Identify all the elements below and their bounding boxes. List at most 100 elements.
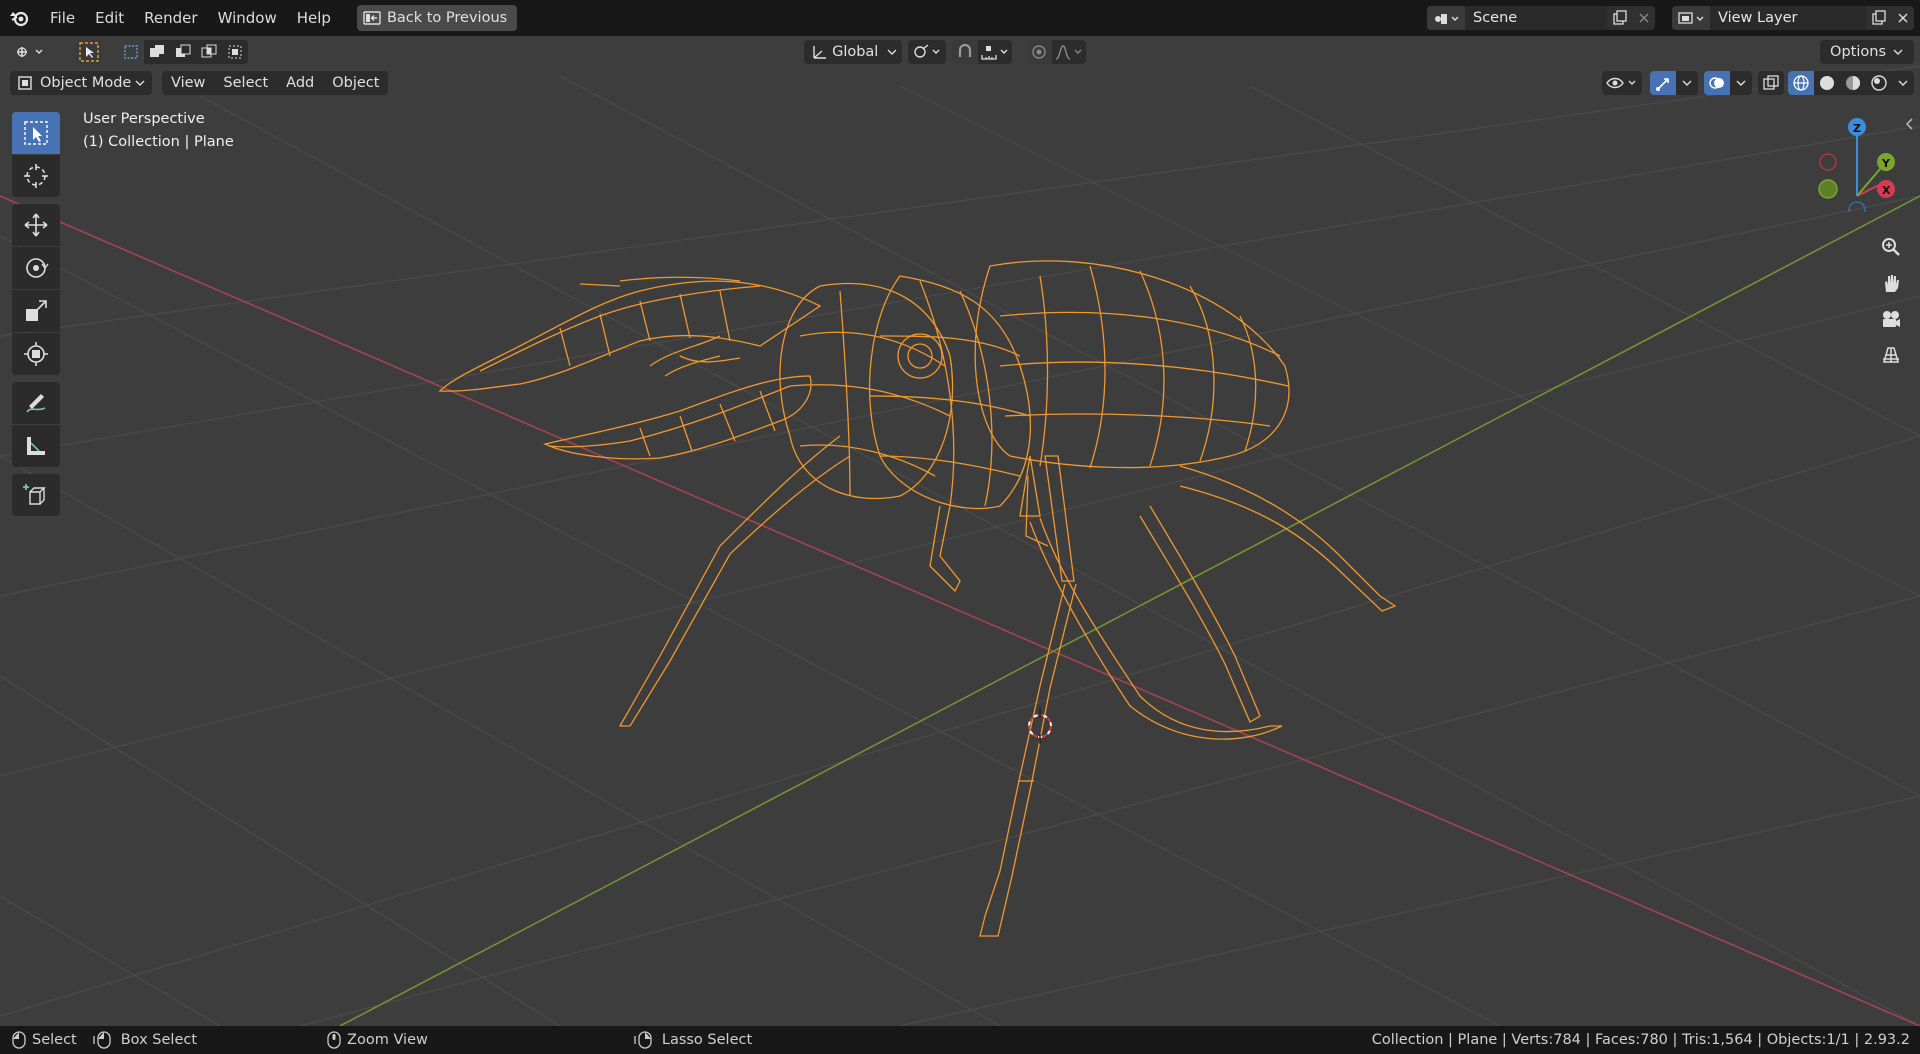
gizmo-toggle-icon[interactable]	[1650, 71, 1676, 95]
scale-tool[interactable]	[12, 290, 60, 332]
wireframe-shading-icon[interactable]	[1788, 71, 1814, 95]
menu-edit[interactable]: Edit	[85, 0, 134, 36]
annotate-pencil-icon	[26, 394, 46, 413]
rendered-shading-icon[interactable]	[1866, 71, 1892, 95]
add-cube-icon	[23, 484, 46, 505]
perspective-label: User Perspective	[83, 111, 205, 127]
new-view-layer-icon[interactable]	[1871, 10, 1887, 26]
pivot-point-dropdown[interactable]	[908, 40, 946, 64]
gizmo-z-label: Z	[1853, 122, 1861, 135]
material-shading-icon[interactable]	[1840, 71, 1866, 95]
navigation-gizmo[interactable]: Z Y X	[1810, 112, 1910, 212]
shading-dropdown[interactable]	[1892, 71, 1914, 95]
transform-tool[interactable]	[12, 333, 60, 375]
mode-extend-icon[interactable]	[144, 40, 170, 64]
menu-window[interactable]: Window	[208, 0, 287, 36]
viewport-canvas	[0, 65, 1920, 1027]
transform-icon	[24, 342, 48, 366]
overlays-toggle-icon[interactable]	[1704, 71, 1730, 95]
gizmo-neg-y[interactable]	[1818, 179, 1838, 199]
menu-file[interactable]: File	[40, 0, 85, 36]
new-scene-icon[interactable]	[1612, 10, 1628, 26]
status-select-label: Select	[32, 1032, 77, 1048]
select-box-icon	[24, 121, 48, 145]
scene-name[interactable]: Scene	[1465, 10, 1517, 26]
delete-view-layer-icon[interactable]	[1897, 12, 1909, 24]
status-box-select-label: Box Select	[120, 1032, 198, 1048]
menu-select[interactable]: Select	[214, 71, 278, 95]
back-icon	[363, 11, 381, 25]
gizmo-neg-x[interactable]	[1819, 153, 1837, 171]
snap-toggle-icon[interactable]	[952, 40, 978, 64]
move-tool[interactable]	[12, 204, 60, 246]
menu-add[interactable]: Add	[277, 71, 324, 95]
3d-viewport[interactable]: User Perspective (1) Collection | Plane …	[0, 36, 1920, 1027]
zoom-icon[interactable]	[1874, 230, 1908, 264]
xray-toggle-icon[interactable]	[1758, 71, 1784, 95]
gizmo-y-label: Y	[1881, 157, 1891, 170]
mode-difference-icon[interactable]	[196, 40, 222, 64]
object-mode-dropdown[interactable]: Object Mode	[10, 71, 152, 95]
viewport-header: Object Mode View Select Add Object	[0, 68, 1920, 98]
status-lasso-hint: Lasso Select	[634, 1031, 752, 1049]
orientation-axes-icon	[813, 46, 827, 59]
options-label: Options	[1830, 44, 1886, 60]
object-mode-icon	[18, 76, 32, 90]
pivot-point-icon	[914, 44, 940, 58]
overlays-dropdown[interactable]	[1730, 71, 1752, 95]
scene-icon[interactable]	[1427, 6, 1465, 30]
options-dropdown[interactable]: Options	[1820, 40, 1914, 64]
mouse-left-icon	[12, 1031, 26, 1049]
menu-view[interactable]: View	[162, 71, 215, 95]
editor-type-icon	[17, 47, 43, 57]
menu-render[interactable]: Render	[134, 0, 207, 36]
view-layer-selector[interactable]: View Layer	[1672, 6, 1914, 30]
status-zoom-label: Zoom View	[347, 1032, 428, 1048]
blender-logo-icon[interactable]	[8, 7, 30, 29]
ortho-grid-icon[interactable]	[1874, 338, 1908, 372]
menu-help[interactable]: Help	[287, 0, 341, 36]
gizmo-x-label: X	[1882, 184, 1891, 197]
view-layer-name[interactable]: View Layer	[1710, 10, 1797, 26]
x-axis-line	[0, 195, 1920, 1027]
scale-icon	[26, 300, 47, 321]
chevron-down-icon	[1736, 80, 1746, 86]
select-box-tool-icon	[79, 42, 99, 62]
mode-intersect-icon[interactable]	[222, 40, 248, 64]
visibility-dropdown[interactable]	[1602, 71, 1642, 95]
transform-orientation-dropdown[interactable]: Global	[804, 40, 902, 64]
back-to-previous-button[interactable]: Back to Previous	[356, 5, 518, 31]
measure-tool[interactable]	[12, 425, 60, 467]
status-zoom-hint: Zoom View	[327, 1031, 428, 1049]
3d-cursor	[1028, 708, 1052, 744]
mode-subtract-icon[interactable]	[170, 40, 196, 64]
sidebar-toggle-icon[interactable]	[1904, 116, 1914, 130]
delete-scene-icon[interactable]	[1638, 12, 1650, 24]
annotate-tool[interactable]	[12, 382, 60, 424]
editor-type-menu[interactable]	[10, 40, 52, 64]
gizmo-neg-z[interactable]	[1848, 201, 1866, 212]
select-box-tool[interactable]	[12, 112, 60, 154]
gizmo-dropdown[interactable]	[1676, 71, 1698, 95]
active-tool-select-button[interactable]	[76, 40, 102, 64]
camera-view-icon[interactable]	[1874, 302, 1908, 336]
collection-label: (1) Collection | Plane	[83, 134, 234, 150]
mouse-right-drag-icon	[634, 1031, 652, 1049]
cursor-tool[interactable]	[12, 155, 60, 197]
rotate-tool[interactable]	[12, 247, 60, 289]
snap-target-dropdown[interactable]	[978, 40, 1012, 64]
solid-shading-icon[interactable]	[1814, 71, 1840, 95]
scene-selector[interactable]: Scene	[1427, 6, 1655, 30]
falloff-dropdown[interactable]	[1052, 40, 1086, 64]
menu-object[interactable]: Object	[323, 71, 389, 95]
hand-pan-icon[interactable]	[1874, 266, 1908, 300]
transform-orientation-value: Global	[832, 44, 879, 60]
proportional-edit-icon[interactable]	[1026, 40, 1052, 64]
tool-shelf	[12, 112, 60, 517]
mode-set-icon[interactable]	[118, 40, 144, 64]
snap-increment-icon	[981, 46, 1008, 60]
add-cube-tool[interactable]	[12, 474, 60, 516]
view-layer-icon[interactable]	[1672, 6, 1710, 30]
scene-statistics: Collection | Plane | Verts:784 | Faces:7…	[1371, 1032, 1910, 1048]
viewport-shading-controls	[1602, 71, 1914, 95]
